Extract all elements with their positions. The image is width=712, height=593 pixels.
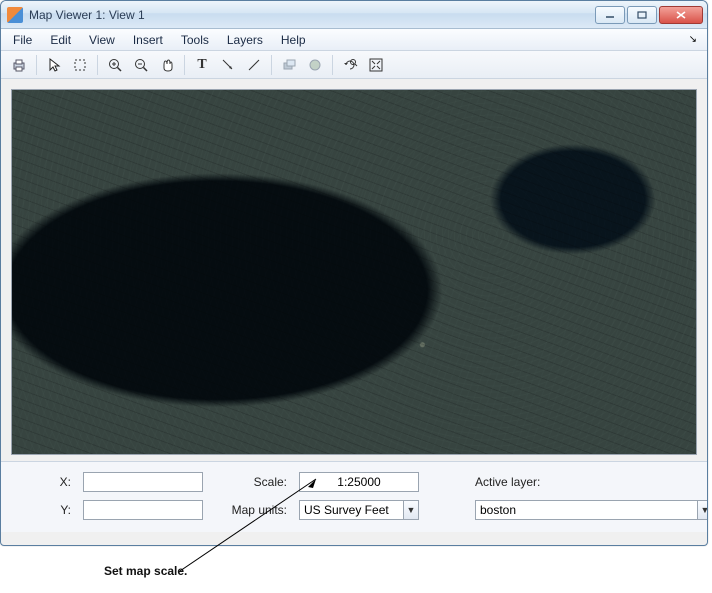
print-icon[interactable] xyxy=(7,54,31,76)
line-annot-icon[interactable] xyxy=(242,54,266,76)
scale-field[interactable] xyxy=(299,472,419,492)
x-field[interactable] xyxy=(83,472,203,492)
pan-icon[interactable] xyxy=(155,54,179,76)
titlebar[interactable]: Map Viewer 1: View 1 xyxy=(1,1,707,29)
app-icon xyxy=(7,7,23,23)
toolbar-separator xyxy=(184,55,185,75)
text-icon[interactable]: T xyxy=(190,54,214,76)
menu-insert[interactable]: Insert xyxy=(125,31,171,49)
units-combo[interactable]: ▼ xyxy=(299,500,419,520)
menu-overflow-icon[interactable]: ↘ xyxy=(689,34,703,45)
active-layer-label: Active layer: xyxy=(475,475,575,489)
annotation-label: Set map scale. xyxy=(104,564,187,578)
overlay-layers-icon[interactable] xyxy=(277,54,301,76)
window-controls xyxy=(595,6,703,24)
menu-file[interactable]: File xyxy=(5,31,40,49)
status-panel: X: Scale: Active layer: Y: Map units: ▼ … xyxy=(1,461,707,532)
toolbar: T xyxy=(1,51,707,79)
chevron-down-icon[interactable]: ▼ xyxy=(403,500,419,520)
y-label: Y: xyxy=(15,503,75,517)
select-region-icon[interactable] xyxy=(68,54,92,76)
fit-view-icon[interactable] xyxy=(364,54,388,76)
toolbar-separator xyxy=(332,55,333,75)
menu-tools[interactable]: Tools xyxy=(173,31,217,49)
scale-label: Scale: xyxy=(211,475,291,489)
menu-layers[interactable]: Layers xyxy=(219,31,271,49)
zoom-in-icon[interactable] xyxy=(103,54,127,76)
toolbar-separator xyxy=(36,55,37,75)
arrow-annot-icon[interactable] xyxy=(216,54,240,76)
select-arrow-icon[interactable] xyxy=(42,54,66,76)
chevron-down-icon[interactable]: ▼ xyxy=(697,500,708,520)
app-window: Map Viewer 1: View 1 File Edit View Inse… xyxy=(0,0,708,546)
units-label: Map units: xyxy=(211,503,291,517)
map-canvas[interactable] xyxy=(11,89,697,455)
menu-help[interactable]: Help xyxy=(273,31,314,49)
active-layer-field[interactable] xyxy=(475,500,697,520)
x-label: X: xyxy=(15,475,75,489)
window-title: Map Viewer 1: View 1 xyxy=(29,8,595,22)
menubar: File Edit View Insert Tools Layers Help … xyxy=(1,29,707,51)
restore-view-icon[interactable] xyxy=(338,54,362,76)
toolbar-separator xyxy=(271,55,272,75)
close-button[interactable] xyxy=(659,6,703,24)
zoom-out-icon[interactable] xyxy=(129,54,153,76)
active-layer-combo[interactable]: ▼ xyxy=(475,500,708,520)
y-field[interactable] xyxy=(83,500,203,520)
globe-icon[interactable] xyxy=(303,54,327,76)
minimize-button[interactable] xyxy=(595,6,625,24)
menu-view[interactable]: View xyxy=(81,31,123,49)
toolbar-separator xyxy=(97,55,98,75)
units-field[interactable] xyxy=(299,500,403,520)
menu-edit[interactable]: Edit xyxy=(42,31,79,49)
map-area xyxy=(1,79,707,461)
maximize-button[interactable] xyxy=(627,6,657,24)
